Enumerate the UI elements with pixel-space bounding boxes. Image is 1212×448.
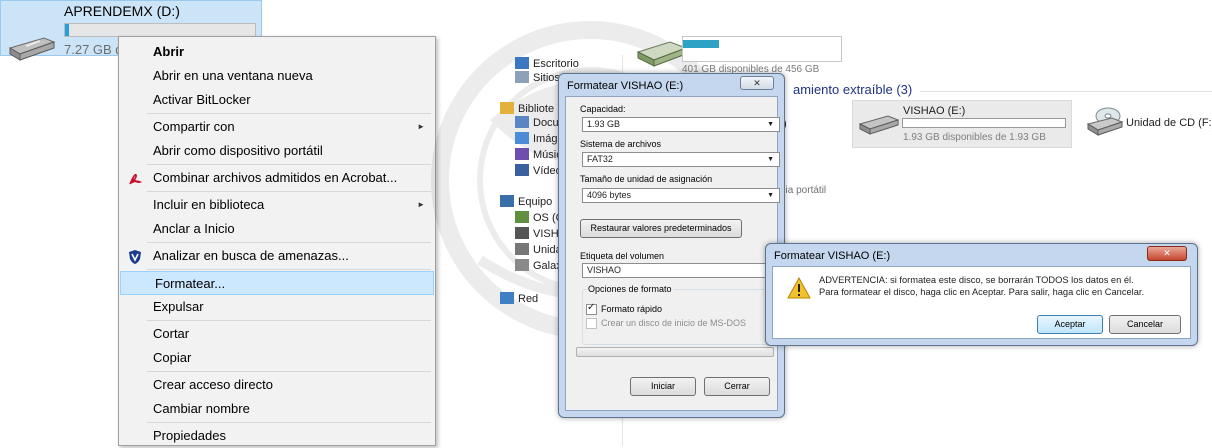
- nav-item-label: Sitios: [533, 72, 560, 84]
- nav-item-label: Escritorio: [533, 58, 579, 70]
- format-dialog-title: Formatear VISHAO (E:): [567, 80, 684, 92]
- warning-line-1: ADVERTENCIA: si formatea este disco, se …: [819, 275, 1134, 285]
- nav-item-label: Bibliote: [518, 103, 555, 115]
- folder-icon: [515, 71, 529, 83]
- context-menu-item-label: Compartir con: [153, 119, 235, 134]
- cd-drive-icon: [1086, 106, 1124, 141]
- close-icon: ✕: [1163, 248, 1171, 258]
- context-menu-item-label: Expulsar: [153, 299, 204, 314]
- drive-usage-bar: [64, 23, 256, 37]
- drive-usage-fill: [65, 24, 69, 36]
- format-options-label: Opciones de formato: [586, 284, 674, 294]
- filesystem-select[interactable]: FAT32 ▼: [582, 152, 780, 167]
- nav-item[interactable]: Unida: [515, 242, 562, 258]
- folder-icon: [515, 211, 529, 223]
- format-dialog: Formatear VISHAO (E:) ✕ Capacidad: 1.93 …: [558, 73, 785, 418]
- vishao-drive-name: VISHAO (E:): [903, 105, 966, 117]
- context-menu-item-label: Cortar: [153, 326, 190, 341]
- context-menu-item-label: Analizar en busca de amenazas...: [153, 248, 349, 263]
- cd-drive-label[interactable]: Unidad de CD (F:): [1126, 117, 1212, 129]
- nav-item[interactable]: Sitios: [515, 70, 560, 86]
- warning-dialog-close-button[interactable]: ✕: [1147, 246, 1187, 261]
- accept-button[interactable]: Aceptar: [1037, 315, 1103, 334]
- restore-defaults-button[interactable]: Restaurar valores predeterminados: [580, 219, 742, 238]
- context-menu-item-label: Activar BitLocker: [153, 92, 251, 107]
- context-menu-item-label: Crear acceso directo: [153, 377, 273, 392]
- format-dialog-close-button[interactable]: ✕: [740, 76, 774, 90]
- shield-icon: [127, 249, 143, 265]
- folder-icon: [515, 259, 529, 271]
- nav-item[interactable]: Red: [500, 291, 538, 307]
- context-menu-item-label: Incluir en biblioteca: [153, 197, 265, 212]
- context-menu-item-label: Cambiar nombre: [153, 401, 250, 416]
- vishao-free-space: 1.93 GB disponibles de 1.93 GB: [903, 132, 1046, 143]
- msdos-label: Crear un disco de inicio de MS-DOS: [601, 318, 747, 328]
- nav-item[interactable]: Imáge: [515, 131, 564, 147]
- section-title-removable: amiento extraíble (3): [793, 82, 913, 97]
- context-menu-item-label: Anclar a Inicio: [153, 221, 235, 236]
- allocation-select[interactable]: 4096 bytes ▼: [582, 188, 780, 203]
- portable-device-text: dia portátil: [780, 185, 827, 196]
- format-progress-bar: [576, 347, 774, 357]
- filesystem-value: FAT32: [587, 154, 613, 164]
- warning-dialog-body: ADVERTENCIA: si formatea este disco, se …: [772, 266, 1191, 339]
- nav-item-label: Equipo: [518, 196, 553, 208]
- folder-icon: [500, 292, 514, 304]
- context-menu-item-label: Abrir en una ventana nueva: [153, 68, 313, 83]
- drive-free-space: 7.27 GB di: [64, 42, 126, 57]
- format-dialog-body: Capacidad: 1.93 GB ▼ Sistema de archivos…: [565, 96, 780, 411]
- context-menu-item-label: Abrir como dispositivo portátil: [153, 143, 323, 158]
- volume-label-input[interactable]: VISHAO: [582, 263, 780, 278]
- context-menu-item-label: Propiedades: [153, 428, 226, 443]
- top-drive-icon: [636, 36, 688, 71]
- context-menu-item-label: Formatear...: [155, 276, 226, 291]
- quick-format-checkbox[interactable]: [586, 302, 597, 315]
- top-drive-bar: [682, 36, 842, 62]
- close-button[interactable]: Cerrar: [704, 377, 770, 396]
- chevron-down-icon: ▼: [767, 121, 774, 128]
- warning-dialog: Formatear VISHAO (E:) ✕ ADVERTENCIA: si …: [765, 243, 1198, 346]
- folder-icon: [515, 243, 529, 255]
- context-menu-item-label: Abrir: [153, 44, 185, 59]
- folder-icon: [515, 148, 529, 160]
- cancel-button[interactable]: Cancelar: [1109, 315, 1181, 334]
- capacity-label: Capacidad:: [580, 104, 626, 114]
- nav-item[interactable]: Músic: [515, 147, 562, 163]
- allocation-label: Tamaño de unidad de asignación: [580, 174, 713, 184]
- volume-label-caption: Etiqueta del volumen: [580, 251, 665, 261]
- allocation-value: 4096 bytes: [587, 190, 632, 200]
- start-button[interactable]: Iniciar: [630, 377, 696, 396]
- folder-icon: [500, 195, 514, 207]
- capacity-select[interactable]: 1.93 GB ▼: [582, 117, 780, 132]
- folder-icon: [515, 164, 529, 176]
- capacity-value: 1.93 GB: [587, 119, 621, 129]
- folder-icon: [500, 102, 514, 114]
- warning-icon: [787, 276, 811, 302]
- nav-item[interactable]: Equipo: [500, 194, 552, 210]
- nav-item-label: Red: [518, 293, 539, 305]
- vishao-usage-bar: [902, 118, 1066, 128]
- folder-icon: [515, 227, 529, 239]
- folder-icon: [515, 57, 529, 69]
- chevron-down-icon: ▼: [767, 156, 774, 163]
- nav-item[interactable]: Docur: [515, 115, 562, 131]
- chevron-down-icon: ▼: [767, 192, 774, 199]
- close-icon: ✕: [753, 78, 761, 88]
- section-divider: [920, 91, 1212, 92]
- format-options-group: [582, 289, 780, 345]
- warning-line-2: Para formatear el disco, haga clic en Ac…: [819, 287, 1145, 297]
- filesystem-label: Sistema de archivos: [580, 139, 662, 149]
- usb-drive-icon: [858, 112, 900, 141]
- msdos-checkbox[interactable]: [586, 318, 597, 329]
- drive-icon: [6, 34, 56, 67]
- folder-icon: [515, 132, 529, 144]
- acrobat-icon: [127, 171, 143, 187]
- context-menu-item-label: Copiar: [153, 350, 192, 365]
- drive-title: APRENDEMX (D:): [64, 3, 180, 19]
- quick-format-label: Formato rápido: [601, 304, 663, 314]
- folder-icon: [515, 116, 529, 128]
- warning-dialog-title: Formatear VISHAO (E:): [774, 250, 891, 262]
- volume-label-value: VISHAO: [587, 265, 622, 275]
